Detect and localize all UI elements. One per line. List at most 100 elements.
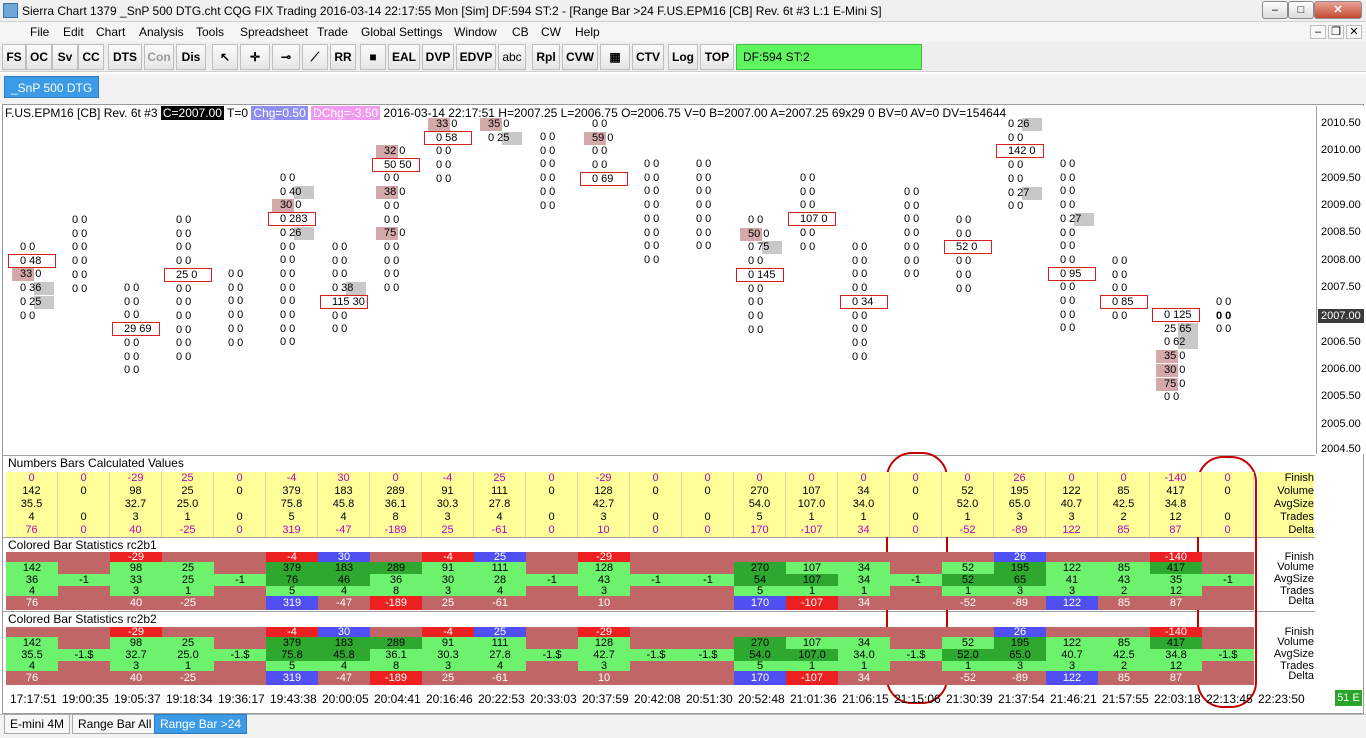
bid-ask-volume-cell: 0 0 bbox=[332, 309, 348, 322]
nb-row-label: Finish bbox=[1258, 472, 1314, 485]
nb-delta-cell: 0 bbox=[1202, 524, 1254, 537]
menu-edit[interactable]: Edit bbox=[63, 25, 84, 39]
menu-file[interactable]: File bbox=[30, 25, 49, 39]
nb-avgsize-cell: 52.0 bbox=[942, 498, 994, 511]
oc-button[interactable]: OC bbox=[26, 44, 52, 70]
tab-e-mini-4m[interactable]: E-mini 4M bbox=[4, 714, 71, 734]
price-scale[interactable]: 2010.50 2010.00 2009.50 2009.00 2008.50 … bbox=[1316, 106, 1364, 455]
fs-button[interactable]: FS bbox=[2, 44, 26, 70]
bid-ask-volume-cell: 0 36 bbox=[20, 282, 42, 295]
cb1-volume-cell: 142 bbox=[6, 562, 58, 574]
menu-cw[interactable]: CW bbox=[541, 25, 561, 39]
cb2-finish-cell bbox=[214, 627, 266, 637]
nb-delta-cell: 40 bbox=[110, 524, 162, 537]
dvp-button[interactable]: DVP bbox=[422, 44, 454, 70]
cb1-trades-cell: 1 bbox=[838, 586, 890, 597]
line-tool-icon[interactable]: ⟋ bbox=[302, 44, 328, 70]
cb2-trades-cell: 5 bbox=[266, 661, 318, 672]
menu-spreadsheet[interactable]: Spreadsheet bbox=[240, 25, 308, 39]
sv-button[interactable]: Sv bbox=[52, 44, 78, 70]
cb1-delta-cell bbox=[214, 596, 266, 610]
bid-ask-volume-cell: 0 0 bbox=[748, 296, 764, 309]
bid-ask-volume-cell: 35 0 bbox=[488, 118, 510, 130]
bid-ask-volume-cell: 0 0 bbox=[384, 199, 400, 212]
rr-button[interactable]: RR bbox=[330, 44, 356, 70]
bid-ask-volume-cell: 0 75 bbox=[748, 241, 770, 254]
bid-ask-volume-cell: 75 0 bbox=[384, 227, 406, 240]
chartbook-tab[interactable]: _SnP 500 DTG bbox=[4, 76, 100, 98]
cvw-button[interactable]: CVW bbox=[562, 44, 598, 70]
edvp-button[interactable]: EDVP bbox=[456, 44, 496, 70]
bid-ask-volume-cell: 0 0 bbox=[852, 254, 868, 267]
nb-delta-cell: -189 bbox=[370, 524, 422, 537]
pointer-tool-icon[interactable]: ↖ bbox=[212, 44, 238, 70]
nb-finish-cell: 0 bbox=[838, 472, 890, 485]
mdi-minimize-button[interactable]: – bbox=[1310, 25, 1326, 39]
rectangle-tool-icon[interactable]: ■ bbox=[360, 44, 386, 70]
table-tool-icon[interactable]: ▦ bbox=[600, 44, 630, 70]
text-tool-button[interactable]: abc bbox=[498, 44, 526, 70]
cb2-trades-cell: 3 bbox=[1046, 661, 1098, 672]
maximize-button[interactable]: □ bbox=[1288, 1, 1314, 19]
mdi-close-button[interactable]: ✕ bbox=[1346, 25, 1362, 39]
bid-ask-volume-cell: 50 50 bbox=[384, 158, 412, 171]
menu-help[interactable]: Help bbox=[575, 25, 600, 39]
connect-button[interactable]: Con bbox=[144, 44, 174, 70]
log-button[interactable]: Log bbox=[668, 44, 698, 70]
ray-tool-icon[interactable]: ⊸ bbox=[272, 44, 300, 70]
mdi-restore-button[interactable]: ❐ bbox=[1328, 25, 1344, 39]
cb1-trades-cell: 3 bbox=[1046, 586, 1098, 597]
cc-button[interactable]: CC bbox=[78, 44, 104, 70]
cb1-trades-cell: 12 bbox=[1150, 586, 1202, 597]
nb-finish-cell: 0 bbox=[6, 472, 58, 485]
bid-ask-volume-cell: 0 0 bbox=[1216, 323, 1232, 336]
disconnect-button[interactable]: Dis bbox=[176, 44, 206, 70]
cb1-volume-cell bbox=[682, 562, 734, 574]
cb2-trades-cell: 3 bbox=[994, 661, 1046, 672]
bid-ask-volume-cell: 0 0 bbox=[852, 350, 868, 363]
minimize-button[interactable]: – bbox=[1262, 1, 1288, 19]
top-button[interactable]: TOP bbox=[700, 44, 734, 70]
cb1-volume-cell: 195 bbox=[994, 562, 1046, 574]
menu-tools[interactable]: Tools bbox=[196, 25, 224, 39]
nb-volume-cell: 195 bbox=[994, 485, 1046, 498]
cb2-delta-cell: 40 bbox=[110, 671, 162, 685]
tab-range-bar-all[interactable]: Range Bar All bbox=[72, 714, 158, 734]
cb2-finish-cell: -4 bbox=[422, 627, 474, 638]
cb2-trades-cell: 12 bbox=[1150, 661, 1202, 672]
tab-range-bar-24[interactable]: Range Bar >24 bbox=[154, 714, 248, 734]
eal-button[interactable]: EAL bbox=[388, 44, 420, 70]
cb1-finish-cell bbox=[1098, 552, 1150, 562]
cb1-volume-cell: 52 bbox=[942, 562, 994, 574]
chartbook-tab-strip bbox=[0, 74, 1366, 104]
menu-cb[interactable]: CB bbox=[512, 25, 529, 39]
cb1-delta-cell: 10 bbox=[578, 596, 630, 610]
bid-ask-volume-cell: 0 48 bbox=[20, 254, 42, 267]
time-label: 20:33:03 bbox=[530, 692, 577, 706]
menu-analysis[interactable]: Analysis bbox=[139, 25, 184, 39]
menu-window[interactable]: Window bbox=[454, 25, 497, 39]
rpl-button[interactable]: Rpl bbox=[532, 44, 560, 70]
bid-ask-volume-cell: 30 0 bbox=[1164, 363, 1186, 376]
bid-ask-volume-cell: 0 58 bbox=[436, 131, 458, 144]
bid-ask-volume-cell: 0 40 bbox=[280, 185, 302, 198]
close-button[interactable]: ✕ bbox=[1314, 1, 1362, 19]
menu-trade[interactable]: Trade bbox=[317, 25, 348, 39]
bid-ask-volume-cell: 0 0 bbox=[644, 185, 660, 198]
dts-button[interactable]: DTS bbox=[108, 44, 142, 70]
nb-finish-cell: 0 bbox=[734, 472, 786, 485]
nb-delta-cell: -47 bbox=[318, 524, 370, 537]
cb2-volume-cell: 52 bbox=[942, 637, 994, 649]
cb2-delta-cell bbox=[214, 671, 266, 685]
menu-chart[interactable]: Chart bbox=[96, 25, 125, 39]
bid-ask-volume-cell: 0 0 bbox=[644, 212, 660, 225]
nb-delta-cell: 122 bbox=[1046, 524, 1098, 537]
bid-ask-volume-cell: 0 0 bbox=[228, 281, 244, 294]
cb2-avgsize-cell: -1.$ bbox=[890, 649, 942, 661]
bid-ask-volume-cell: 0 0 bbox=[176, 282, 192, 295]
bid-ask-volume-cell: 0 0 bbox=[436, 159, 452, 172]
cb1-trades-cell bbox=[526, 586, 578, 596]
ctv-button[interactable]: CTV bbox=[632, 44, 664, 70]
crosshair-tool-icon[interactable]: ✛ bbox=[240, 44, 270, 70]
menu-global-settings[interactable]: Global Settings bbox=[361, 25, 442, 39]
